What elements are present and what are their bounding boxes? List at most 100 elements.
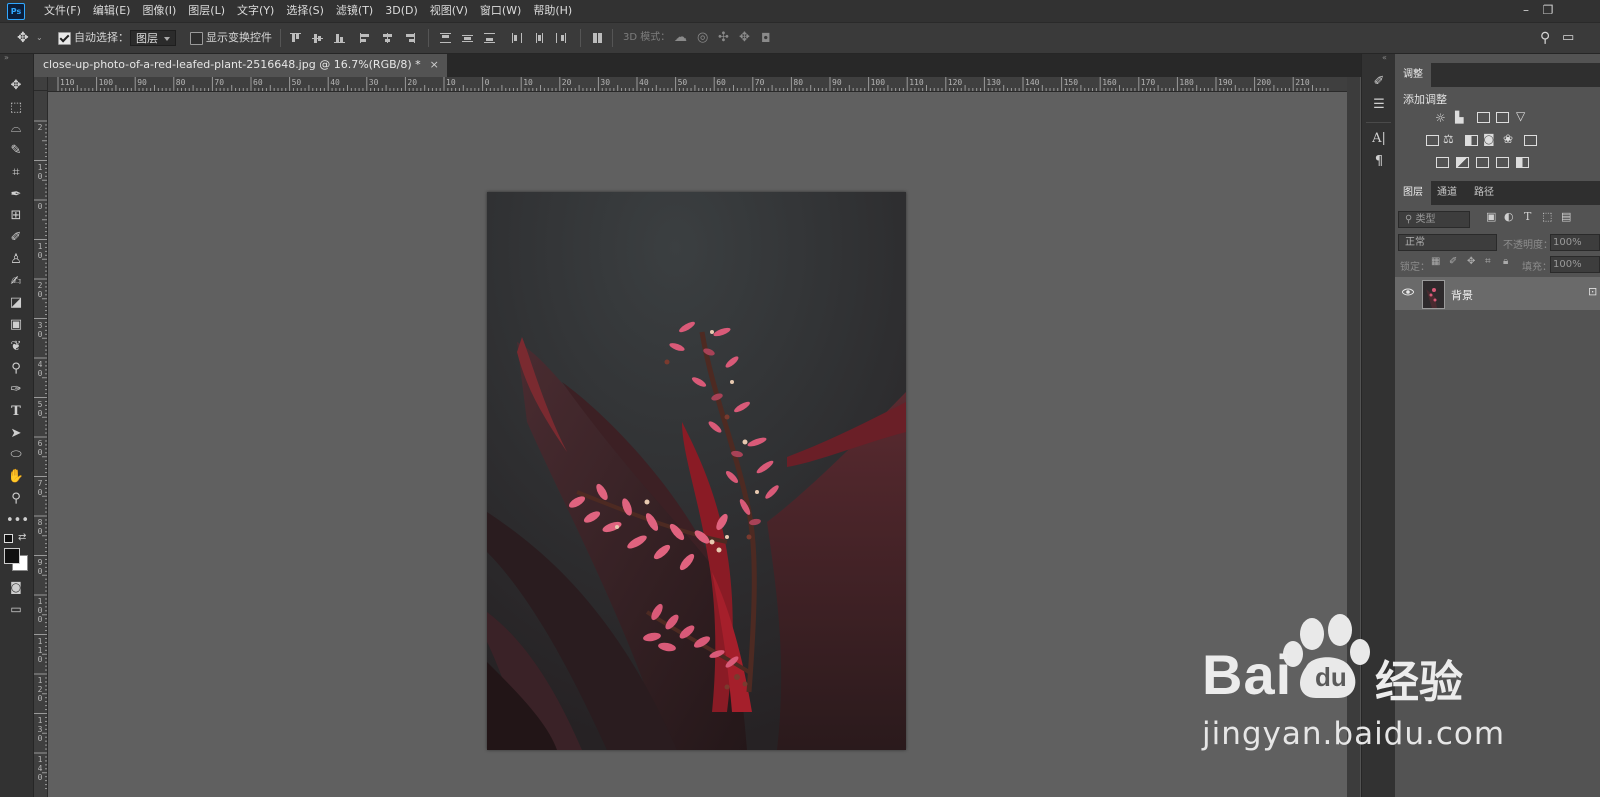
filter-smart-object-icon[interactable]: ▤ <box>1561 210 1571 223</box>
screen-mode-icon[interactable]: ▭ <box>6 600 26 618</box>
lock-position-icon[interactable]: ✥ <box>1467 256 1475 267</box>
history-brush-tool-icon[interactable]: ✍ <box>6 273 26 291</box>
swap-colors-icon[interactable]: ⇄ <box>18 532 26 543</box>
clone-stamp-tool-icon[interactable]: ♙ <box>6 251 26 269</box>
align-right-icon[interactable] <box>404 33 415 43</box>
align-top-icon[interactable] <box>290 33 301 43</box>
threshold-icon[interactable] <box>1476 157 1489 168</box>
selective-color-icon[interactable] <box>1496 157 1509 168</box>
color-balance-icon[interactable]: ⚖ <box>1443 132 1454 146</box>
eraser-tool-icon[interactable]: ◪ <box>6 294 26 312</box>
distribute-vcenter-icon[interactable] <box>462 33 473 43</box>
magic-wand-tool-icon[interactable]: ✎ <box>6 142 26 160</box>
default-colors-icon[interactable] <box>4 534 13 543</box>
layer-filter-select[interactable]: ⚲ 类型 <box>1398 211 1470 228</box>
minimize-icon[interactable]: – <box>1518 2 1534 18</box>
healing-brush-tool-icon[interactable]: ⊞ <box>6 207 26 225</box>
eyedropper-tool-icon[interactable]: ✒ <box>6 186 26 204</box>
black-white-icon[interactable] <box>1465 135 1478 146</box>
vibrance-icon[interactable]: ▽ <box>1516 109 1525 123</box>
tool-preset-dropdown-icon[interactable]: ⌄ <box>36 23 43 53</box>
align-left-icon[interactable] <box>360 33 371 43</box>
3d-roll-icon[interactable]: ◎ <box>697 23 708 53</box>
collapse-icon[interactable]: » <box>4 53 9 62</box>
menu-image[interactable]: 图像(I) <box>136 0 182 22</box>
character-icon[interactable]: A| <box>1370 131 1388 147</box>
more-tools-icon[interactable]: ••• <box>6 512 29 530</box>
hand-tool-icon[interactable]: ✋ <box>6 468 26 486</box>
menu-view[interactable]: 视图(V) <box>424 0 474 22</box>
distribute-bottom-icon[interactable] <box>484 33 495 43</box>
menu-type[interactable]: 文字(Y) <box>231 0 280 22</box>
menu-3d[interactable]: 3D(D) <box>379 0 424 22</box>
3d-slide-icon[interactable]: ✥ <box>739 23 750 53</box>
document-image[interactable] <box>487 192 906 750</box>
tab-adjustments[interactable]: 调整 <box>1395 63 1431 87</box>
filter-type-icon[interactable]: T <box>1524 210 1531 223</box>
color-lookup-icon[interactable] <box>1524 135 1537 146</box>
distribute-top-icon[interactable] <box>440 33 451 43</box>
distribute-hcenter-icon[interactable] <box>534 33 545 43</box>
posterize-icon[interactable] <box>1456 157 1469 168</box>
layer-row[interactable]: 背景 ⊡ <box>1395 277 1600 310</box>
move-tool-icon[interactable]: ✥ <box>6 77 26 95</box>
zoom-tool-icon[interactable]: ⚲ <box>6 490 26 508</box>
align-hcenter-icon[interactable] <box>382 33 393 43</box>
3d-pan-icon[interactable]: ✣ <box>718 23 729 53</box>
exposure-icon[interactable] <box>1496 112 1509 123</box>
lock-all-icon[interactable]: 🔒︎ <box>1503 256 1508 267</box>
filter-pixel-icon[interactable]: ▣ <box>1486 210 1496 223</box>
channel-mixer-icon[interactable]: ❀ <box>1503 132 1513 146</box>
align-bottom-icon[interactable] <box>334 33 345 43</box>
collapse-icon[interactable]: « <box>1382 53 1387 62</box>
brush-tool-icon[interactable]: ✐ <box>6 229 26 247</box>
gradient-map-icon[interactable] <box>1516 157 1529 168</box>
tab-channels[interactable]: 通道 <box>1429 181 1465 205</box>
lock-artboard-icon[interactable]: ⌗ <box>1485 256 1491 267</box>
auto-select-checkbox[interactable] <box>58 32 71 45</box>
marquee-tool-icon[interactable]: ⬚ <box>6 99 26 117</box>
dodge-tool-icon[interactable]: ⚲ <box>6 360 26 378</box>
search-icon[interactable]: ⚲ <box>1540 23 1550 53</box>
vertical-ruler[interactable]: 2 1 0 0 1 0 2 0 3 0 4 0 5 0 6 0 7 0 8 0 9 0 1 0 0 1 1… <box>34 91 48 797</box>
filter-shape-icon[interactable]: ⬚ <box>1542 210 1552 223</box>
distribute-left-icon[interactable] <box>512 33 523 43</box>
restore-icon[interactable]: ❐ <box>1540 2 1556 18</box>
eye-icon[interactable] <box>1402 288 1414 296</box>
menu-edit[interactable]: 编辑(E) <box>87 0 137 22</box>
auto-align-icon[interactable] <box>592 33 603 43</box>
curves-icon[interactable] <box>1477 112 1490 123</box>
menu-file[interactable]: 文件(F) <box>38 0 87 22</box>
vertical-scrollbar[interactable] <box>1347 77 1360 797</box>
opacity-field[interactable]: 100% <box>1550 234 1600 251</box>
brush-settings-icon[interactable]: ✐ <box>1370 74 1388 90</box>
fill-field[interactable]: 100% <box>1550 256 1600 273</box>
filter-adjustment-icon[interactable]: ◐ <box>1504 210 1514 223</box>
adjustments-icon[interactable]: ☰ <box>1370 97 1388 113</box>
layer-name[interactable]: 背景 <box>1451 287 1473 303</box>
menu-help[interactable]: 帮助(H) <box>527 0 578 22</box>
paragraph-icon[interactable]: ¶ <box>1370 154 1388 170</box>
levels-icon[interactable]: ▙ <box>1455 111 1463 124</box>
brightness-contrast-icon[interactable]: ☼ <box>1435 111 1446 125</box>
invert-icon[interactable] <box>1436 157 1449 168</box>
horizontal-ruler[interactable]: 110 100 90 80 70 60 50 40 30 20 10 0 10 20 30 40 50 60 70 8… <box>48 77 1347 92</box>
foreground-color-swatch[interactable] <box>4 548 20 564</box>
blend-mode-select[interactable]: 正常 <box>1398 234 1497 251</box>
align-vcenter-icon[interactable] <box>312 33 323 43</box>
workspace-icon[interactable]: ▭ <box>1562 23 1574 53</box>
3d-rotate-icon[interactable]: ☁ <box>674 23 687 53</box>
lock-transparent-icon[interactable]: ▦ <box>1431 256 1440 267</box>
document-tab[interactable]: close-up-photo-of-a-red-leafed-plant-251… <box>34 54 447 77</box>
close-icon[interactable]: × <box>430 58 439 71</box>
hue-saturation-icon[interactable] <box>1426 135 1439 146</box>
auto-select-target-select[interactable]: 图层 <box>130 30 176 46</box>
type-tool-icon[interactable]: T <box>6 403 26 421</box>
tab-layers[interactable]: 图层 <box>1395 181 1431 205</box>
quick-mask-icon[interactable]: ◙ <box>6 578 26 596</box>
lasso-tool-icon[interactable]: ⌓ <box>6 120 26 138</box>
gradient-tool-icon[interactable]: ▣ <box>6 316 26 334</box>
menu-layer[interactable]: 图层(L) <box>182 0 231 22</box>
lock-image-icon[interactable]: ✐ <box>1449 256 1457 267</box>
move-tool-icon[interactable]: ✥ <box>17 23 29 53</box>
